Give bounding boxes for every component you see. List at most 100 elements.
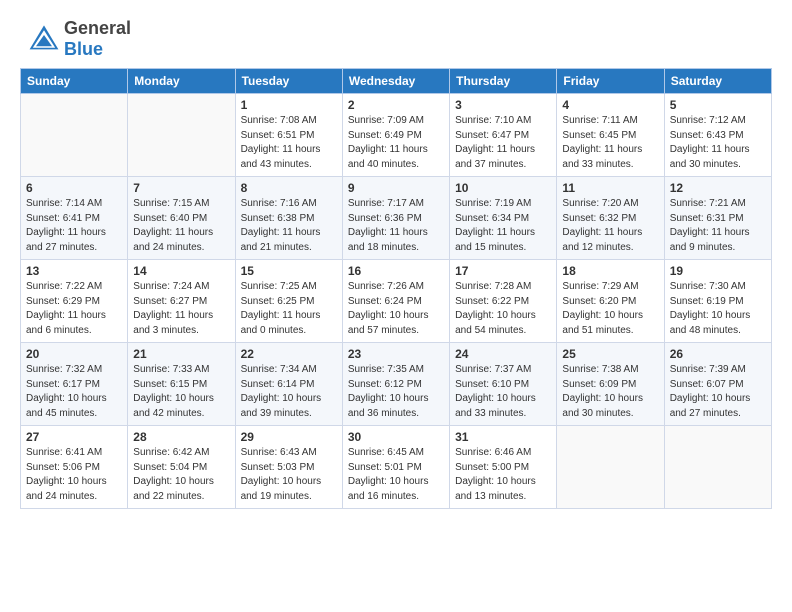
day-number: 2: [348, 98, 444, 112]
weekday-sunday: Sunday: [21, 69, 128, 94]
day-number: 10: [455, 181, 551, 195]
day-number: 17: [455, 264, 551, 278]
day-detail: Sunrise: 7:08 AMSunset: 6:51 PMDaylight:…: [241, 114, 337, 172]
day-number: 9: [348, 181, 444, 195]
day-cell: 6 Sunrise: 7:14 AMSunset: 6:41 PMDaylight…: [21, 177, 128, 260]
day-cell: 27 Sunrise: 6:41 AMSunset: 5:06 PMDayligh…: [21, 426, 128, 509]
day-cell: 11 Sunrise: 7:20 AMSunset: 6:32 PMDayligh…: [557, 177, 664, 260]
day-detail: Sunrise: 7:12 AMSunset: 6:43 PMDaylight:…: [670, 114, 766, 172]
day-detail: Sunrise: 7:39 AMSunset: 6:07 PMDaylight:…: [670, 363, 766, 421]
calendar-page: General Blue SundayMondayTuesdayWednesda…: [0, 0, 792, 527]
day-detail: Sunrise: 7:14 AMSunset: 6:41 PMDaylight:…: [26, 197, 122, 255]
day-cell: 18 Sunrise: 7:29 AMSunset: 6:20 PMDayligh…: [557, 260, 664, 343]
weekday-monday: Monday: [128, 69, 235, 94]
day-number: 13: [26, 264, 122, 278]
day-cell: 10 Sunrise: 7:19 AMSunset: 6:34 PMDayligh…: [450, 177, 557, 260]
day-cell: 9 Sunrise: 7:17 AMSunset: 6:36 PMDaylight…: [342, 177, 449, 260]
day-number: 8: [241, 181, 337, 195]
day-cell: 17 Sunrise: 7:28 AMSunset: 6:22 PMDayligh…: [450, 260, 557, 343]
day-detail: Sunrise: 6:46 AMSunset: 5:00 PMDaylight:…: [455, 446, 551, 504]
day-number: 27: [26, 430, 122, 444]
day-cell: 12Sunrise: 7:21 AMSunset: 6:31 PMDayligh…: [664, 177, 771, 260]
day-number: 11: [562, 181, 658, 195]
day-number: 7: [133, 181, 229, 195]
day-number: 4: [562, 98, 658, 112]
day-detail: Sunrise: 7:21 AMSunset: 6:31 PMDaylight:…: [670, 197, 766, 255]
day-detail: Sunrise: 7:09 AMSunset: 6:49 PMDaylight:…: [348, 114, 444, 172]
day-cell: 25 Sunrise: 7:38 AMSunset: 6:09 PMDayligh…: [557, 343, 664, 426]
day-cell: [557, 426, 664, 509]
day-detail: Sunrise: 6:41 AMSunset: 5:06 PMDaylight:…: [26, 446, 122, 504]
day-detail: Sunrise: 6:43 AMSunset: 5:03 PMDaylight:…: [241, 446, 337, 504]
day-cell: 2 Sunrise: 7:09 AMSunset: 6:49 PMDaylight…: [342, 94, 449, 177]
day-detail: Sunrise: 7:37 AMSunset: 6:10 PMDaylight:…: [455, 363, 551, 421]
day-detail: Sunrise: 7:28 AMSunset: 6:22 PMDaylight:…: [455, 280, 551, 338]
day-detail: Sunrise: 7:33 AMSunset: 6:15 PMDaylight:…: [133, 363, 229, 421]
day-cell: [128, 94, 235, 177]
day-cell: 31Sunrise: 6:46 AMSunset: 5:00 PMDayligh…: [450, 426, 557, 509]
logo: General Blue: [20, 18, 131, 60]
day-detail: Sunrise: 7:11 AMSunset: 6:45 PMDaylight:…: [562, 114, 658, 172]
day-number: 18: [562, 264, 658, 278]
logo-general: General: [64, 18, 131, 39]
week-row-1: 1 Sunrise: 7:08 AMSunset: 6:51 PMDaylight…: [21, 94, 772, 177]
day-number: 16: [348, 264, 444, 278]
day-detail: Sunrise: 7:19 AMSunset: 6:34 PMDaylight:…: [455, 197, 551, 255]
day-cell: 5 Sunrise: 7:12 AMSunset: 6:43 PMDaylight…: [664, 94, 771, 177]
day-detail: Sunrise: 7:34 AMSunset: 6:14 PMDaylight:…: [241, 363, 337, 421]
day-cell: [21, 94, 128, 177]
day-cell: 20Sunrise: 7:32 AMSunset: 6:17 PMDayligh…: [21, 343, 128, 426]
day-detail: Sunrise: 7:29 AMSunset: 6:20 PMDaylight:…: [562, 280, 658, 338]
day-detail: Sunrise: 7:35 AMSunset: 6:12 PMDaylight:…: [348, 363, 444, 421]
week-row-2: 6 Sunrise: 7:14 AMSunset: 6:41 PMDaylight…: [21, 177, 772, 260]
day-number: 23: [348, 347, 444, 361]
day-number: 24: [455, 347, 551, 361]
day-cell: 4 Sunrise: 7:11 AMSunset: 6:45 PMDaylight…: [557, 94, 664, 177]
day-cell: 30 Sunrise: 6:45 AMSunset: 5:01 PMDayligh…: [342, 426, 449, 509]
day-number: 29: [241, 430, 337, 444]
day-cell: [664, 426, 771, 509]
weekday-friday: Friday: [557, 69, 664, 94]
weekday-header-row: SundayMondayTuesdayWednesdayThursdayFrid…: [21, 69, 772, 94]
day-detail: Sunrise: 6:42 AMSunset: 5:04 PMDaylight:…: [133, 446, 229, 504]
day-detail: Sunrise: 7:38 AMSunset: 6:09 PMDaylight:…: [562, 363, 658, 421]
day-cell: 16 Sunrise: 7:26 AMSunset: 6:24 PMDayligh…: [342, 260, 449, 343]
day-cell: 19 Sunrise: 7:30 AMSunset: 6:19 PMDayligh…: [664, 260, 771, 343]
day-number: 6: [26, 181, 122, 195]
week-row-3: 13 Sunrise: 7:22 AMSunset: 6:29 PMDayligh…: [21, 260, 772, 343]
header: General Blue: [20, 18, 772, 60]
day-number: 5: [670, 98, 766, 112]
weekday-tuesday: Tuesday: [235, 69, 342, 94]
day-detail: Sunrise: 7:30 AMSunset: 6:19 PMDaylight:…: [670, 280, 766, 338]
day-number: 14: [133, 264, 229, 278]
day-number: 19: [670, 264, 766, 278]
day-detail: Sunrise: 7:22 AMSunset: 6:29 PMDaylight:…: [26, 280, 122, 338]
day-number: 30: [348, 430, 444, 444]
day-detail: Sunrise: 7:10 AMSunset: 6:47 PMDaylight:…: [455, 114, 551, 172]
day-cell: 26 Sunrise: 7:39 AMSunset: 6:07 PMDayligh…: [664, 343, 771, 426]
day-detail: Sunrise: 7:15 AMSunset: 6:40 PMDaylight:…: [133, 197, 229, 255]
logo-blue: Blue: [64, 39, 103, 59]
day-detail: Sunrise: 7:24 AMSunset: 6:27 PMDaylight:…: [133, 280, 229, 338]
day-number: 26: [670, 347, 766, 361]
day-cell: 14 Sunrise: 7:24 AMSunset: 6:27 PMDayligh…: [128, 260, 235, 343]
day-detail: Sunrise: 7:20 AMSunset: 6:32 PMDaylight:…: [562, 197, 658, 255]
day-cell: 28 Sunrise: 6:42 AMSunset: 5:04 PMDayligh…: [128, 426, 235, 509]
weekday-thursday: Thursday: [450, 69, 557, 94]
day-detail: Sunrise: 6:45 AMSunset: 5:01 PMDaylight:…: [348, 446, 444, 504]
day-number: 15: [241, 264, 337, 278]
day-cell: 23 Sunrise: 7:35 AMSunset: 6:12 PMDayligh…: [342, 343, 449, 426]
day-number: 21: [133, 347, 229, 361]
day-detail: Sunrise: 7:26 AMSunset: 6:24 PMDaylight:…: [348, 280, 444, 338]
day-detail: Sunrise: 7:17 AMSunset: 6:36 PMDaylight:…: [348, 197, 444, 255]
day-cell: 21 Sunrise: 7:33 AMSunset: 6:15 PMDayligh…: [128, 343, 235, 426]
day-cell: 7 Sunrise: 7:15 AMSunset: 6:40 PMDaylight…: [128, 177, 235, 260]
day-number: 28: [133, 430, 229, 444]
day-number: 1: [241, 98, 337, 112]
day-number: 25: [562, 347, 658, 361]
day-cell: 8Sunrise: 7:16 AMSunset: 6:38 PMDaylight…: [235, 177, 342, 260]
calendar-table: SundayMondayTuesdayWednesdayThursdayFrid…: [20, 68, 772, 509]
day-number: 22: [241, 347, 337, 361]
day-detail: Sunrise: 7:32 AMSunset: 6:17 PMDaylight:…: [26, 363, 122, 421]
week-row-5: 27 Sunrise: 6:41 AMSunset: 5:06 PMDayligh…: [21, 426, 772, 509]
